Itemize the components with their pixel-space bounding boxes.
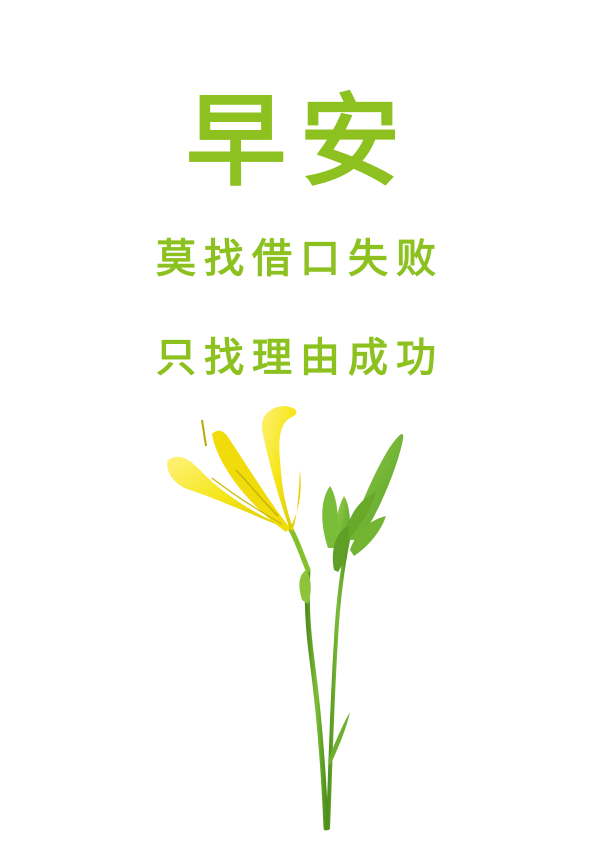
- motto-line-2: 只找理由成功: [156, 335, 444, 381]
- lily-flower-image: [167, 406, 404, 831]
- greeting-card: 早安 莫找借口失败 只找理由成功: [0, 0, 600, 856]
- motto-line-1: 莫找借口失败: [156, 236, 444, 282]
- greeting-title: 早安: [186, 83, 414, 200]
